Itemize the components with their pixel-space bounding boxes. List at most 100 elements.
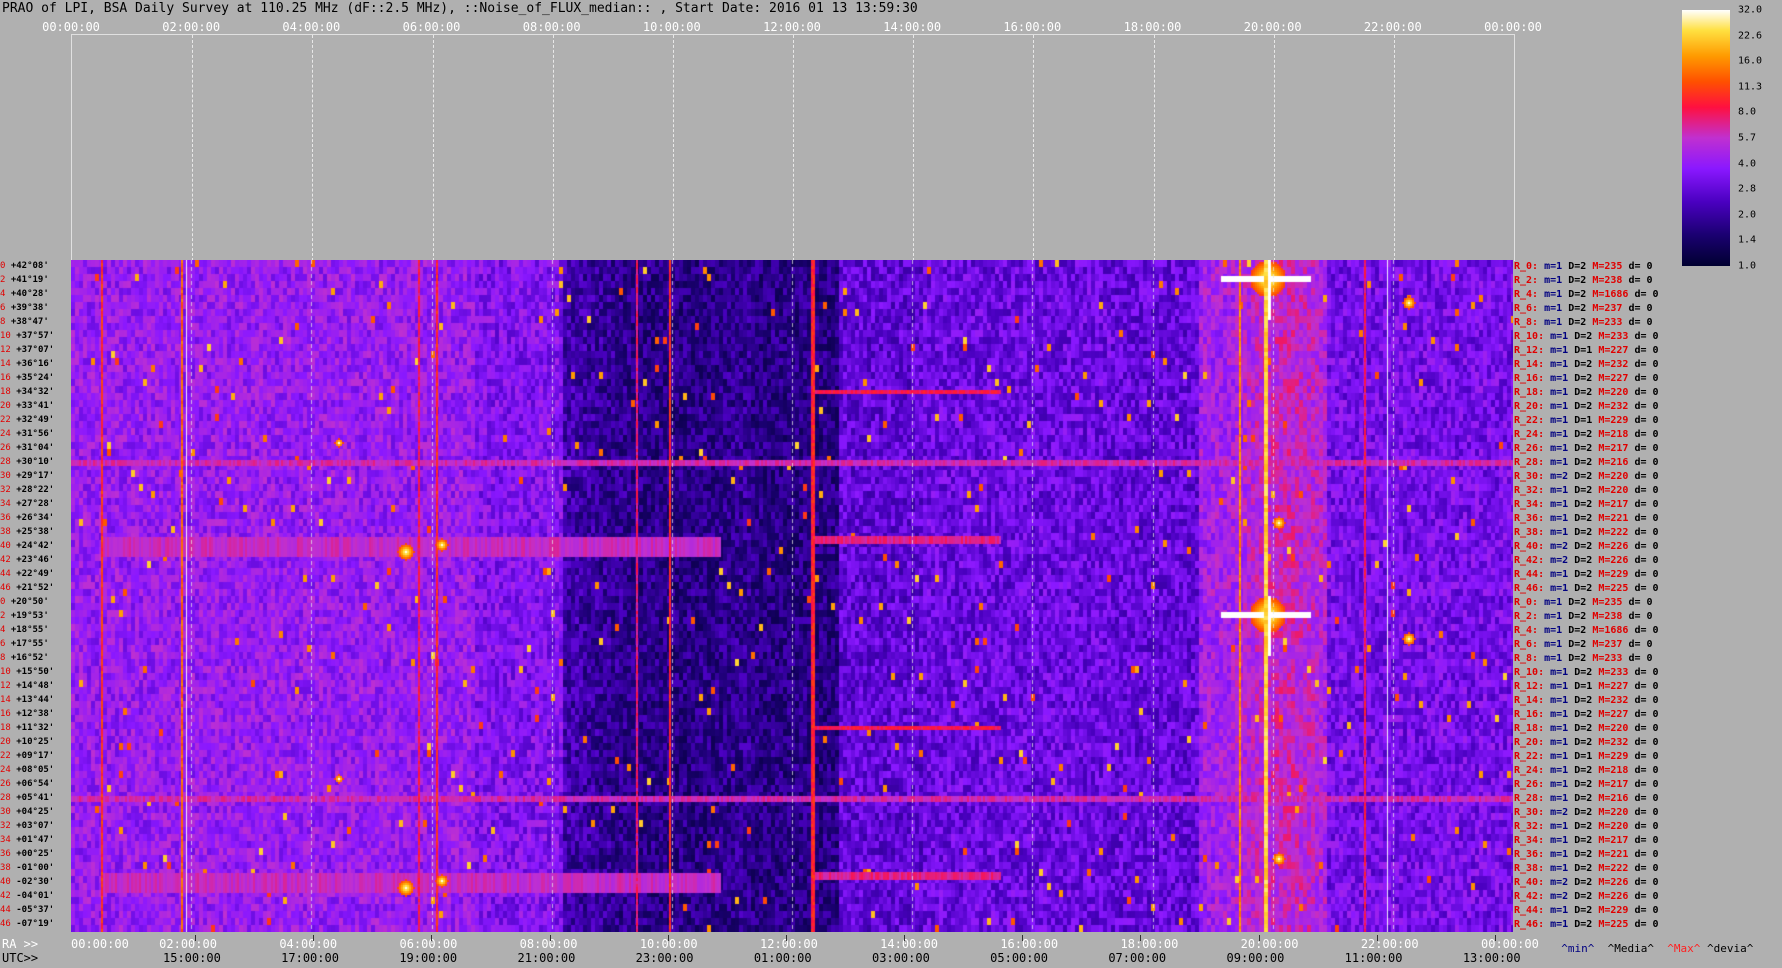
- stat-d: d= 0: [1634, 709, 1659, 720]
- stat-row-id: R_10:: [1514, 331, 1545, 342]
- stat-d: d= 0: [1628, 317, 1653, 328]
- stat-devia: D=2: [1574, 471, 1593, 482]
- stat-d: d= 0: [1628, 653, 1653, 664]
- declination-label: 0 +20°50': [0, 597, 49, 607]
- declination-label: 20 +10°25': [0, 737, 54, 747]
- stat-d: d= 0: [1634, 415, 1659, 426]
- stat-row-id: R_44:: [1514, 569, 1545, 580]
- stat-min: m=2: [1550, 555, 1569, 566]
- declination-value: +37°57': [16, 331, 55, 341]
- top-gridline: [312, 35, 314, 261]
- stat-min: m=1: [1550, 779, 1569, 790]
- row-stat: R_22: m=1 D=1 M=229 d= 0: [1514, 415, 1659, 427]
- declination-value: +25°38': [16, 527, 55, 537]
- stat-d: d= 0: [1634, 359, 1659, 370]
- stat-max: M=229: [1598, 905, 1629, 916]
- ra-tick-label: 00:00:00: [1481, 937, 1539, 951]
- utc-tick-label: 17:00:00: [281, 951, 339, 965]
- stat-min: m=1: [1544, 261, 1563, 272]
- stat-row-id: R_22:: [1514, 751, 1545, 762]
- stat-max: M=226: [1598, 891, 1629, 902]
- row-index: 2: [0, 275, 6, 285]
- stat-max: M=220: [1598, 821, 1629, 832]
- declination-label: 32 +03°07': [0, 821, 54, 831]
- stat-devia: D=2: [1574, 849, 1593, 860]
- stat-row-id: R_44:: [1514, 905, 1545, 916]
- row-stat: R_8: m=1 D=2 M=233 d= 0: [1514, 653, 1653, 665]
- stat-min: m=1: [1550, 485, 1569, 496]
- utc-tick-label: 01:00:00: [753, 951, 812, 965]
- row-index: 32: [0, 821, 11, 831]
- row-index: 24: [0, 765, 11, 775]
- stat-d: d= 0: [1634, 695, 1659, 706]
- top-gridline: [672, 35, 674, 261]
- row-index: 28: [0, 457, 11, 467]
- stat-d: d= 0: [1628, 611, 1653, 622]
- row-stat: R_24: m=1 D=2 M=218 d= 0: [1514, 765, 1659, 777]
- stat-row-id: R_26:: [1514, 779, 1545, 790]
- stat-max: M=237: [1592, 639, 1623, 650]
- stat-devia: D=2: [1574, 541, 1593, 552]
- declination-value: -02°30': [16, 877, 55, 887]
- row-stat: R_32: m=1 D=2 M=220 d= 0: [1514, 821, 1659, 833]
- row-index: 46: [0, 583, 11, 593]
- stat-row-id: R_40:: [1514, 541, 1545, 552]
- stat-row-id: R_46:: [1514, 919, 1545, 930]
- stat-min: m=1: [1544, 625, 1563, 636]
- stat-max: M=220: [1598, 471, 1629, 482]
- ra-tick-label: 20:00:00: [1240, 937, 1299, 951]
- stat-devia: D=2: [1574, 583, 1593, 594]
- legend-devia: ^devia^: [1706, 942, 1754, 955]
- colorbar-tick-label: 11.3: [1738, 81, 1763, 93]
- declination-value: +34°32': [16, 387, 55, 397]
- stat-devia: D=2: [1574, 695, 1593, 706]
- declination-label: 46 +21°52': [0, 583, 54, 593]
- stat-d: d= 0: [1634, 625, 1659, 636]
- declination-label: 8 +16°52': [0, 653, 49, 663]
- stat-devia: D=1: [1574, 681, 1593, 692]
- ra-tick-label: 16:00:00: [1000, 937, 1059, 951]
- stat-row-id: R_0:: [1514, 597, 1539, 608]
- colorbar-tick-label: 22.6: [1738, 30, 1763, 42]
- row-index: 34: [0, 835, 11, 845]
- declination-value: +31°04': [16, 443, 55, 453]
- top-gridline: [1033, 35, 1035, 261]
- stat-max: M=238: [1592, 275, 1623, 286]
- row-index: 16: [0, 373, 11, 383]
- declination-value: -04°01': [16, 891, 55, 901]
- declination-label: 28 +30°10': [0, 457, 54, 467]
- stat-min: m=1: [1544, 597, 1563, 608]
- row-index: 20: [0, 401, 11, 411]
- stat-max: M=233: [1592, 317, 1623, 328]
- stat-max: M=218: [1598, 765, 1629, 776]
- ra-tick-label: 04:00:00: [279, 937, 338, 951]
- stat-max: M=226: [1598, 877, 1629, 888]
- ra-tick-label: 06:00:00: [399, 937, 458, 951]
- top-tick-label: 16:00:00: [1003, 20, 1062, 34]
- stat-row-id: R_38:: [1514, 527, 1545, 538]
- stat-min: m=1: [1550, 821, 1569, 832]
- row-index: 6: [0, 303, 6, 313]
- row-index: 36: [0, 513, 11, 523]
- declination-value: +30°10': [16, 457, 55, 467]
- waterfall-heatmap: [71, 260, 1513, 932]
- stat-devia: D=2: [1574, 429, 1593, 440]
- row-index: 38: [0, 863, 11, 873]
- row-index: 42: [0, 555, 11, 565]
- stat-d: d= 0: [1634, 569, 1659, 580]
- stat-max: M=220: [1598, 485, 1629, 496]
- row-stat: R_0: m=1 D=2 M=235 d= 0: [1514, 597, 1653, 609]
- stat-row-id: R_8:: [1514, 317, 1539, 328]
- stat-devia: D=2: [1574, 667, 1593, 678]
- declination-value: +03°07': [16, 821, 55, 831]
- declination-value: -05°37': [16, 905, 55, 915]
- declination-label: 46 -07°19': [0, 919, 54, 929]
- stat-d: d= 0: [1634, 429, 1659, 440]
- row-index: 22: [0, 751, 11, 761]
- stat-max: M=232: [1598, 359, 1629, 370]
- stat-devia: D=2: [1574, 401, 1593, 412]
- stat-d: d= 0: [1634, 891, 1659, 902]
- declination-label: 8 +38°47': [0, 317, 49, 327]
- row-stat: R_42: m=2 D=2 M=226 d= 0: [1514, 891, 1659, 903]
- declination-value: +40°28': [10, 289, 49, 299]
